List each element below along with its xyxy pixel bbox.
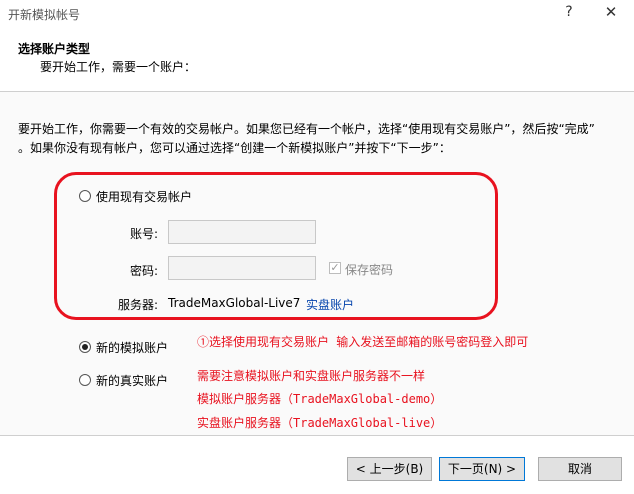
annotation-note-2: 需要注意模拟账户和实盘账户服务器不一样 [197, 369, 426, 383]
existing-account-label: 使用现有交易帐户 [96, 190, 193, 204]
password-label: 密码: [129, 264, 158, 278]
real-account-radio[interactable] [79, 374, 91, 386]
checkmark-icon: ✓ [330, 261, 340, 274]
save-password-label: 保存密码 [345, 263, 394, 277]
server-type-link[interactable]: 实盘账户 [306, 296, 354, 313]
window-title: 开新模拟帐号 [8, 8, 81, 22]
existing-account-radio[interactable] [79, 190, 91, 202]
password-field[interactable] [168, 256, 316, 280]
back-button[interactable]: < 上一步(B) [347, 457, 432, 481]
wizard-body: 要开始工作，你需要一个有效的交易帐户。如果您已经有一个帐户，选择“使用现有交易账… [0, 92, 634, 435]
server-label: 服务器: [118, 298, 159, 312]
page-title: 选择账户类型 [18, 42, 91, 56]
intro-text: 要开始工作，你需要一个有效的交易帐户。如果您已经有一个帐户，选择“使用现有交易账… [18, 120, 618, 158]
demo-account-radio[interactable] [79, 341, 91, 353]
demo-account-label: 新的模拟账户 [96, 341, 169, 355]
close-icon[interactable]: ✕ [602, 3, 620, 21]
help-icon[interactable]: ? [562, 4, 576, 20]
wizard-header: 选择账户类型 要开始工作，需要一个账户： [0, 30, 634, 90]
page-subtitle: 要开始工作，需要一个账户： [40, 60, 197, 74]
save-password-checkbox[interactable]: ✓ [329, 262, 341, 274]
intro-line-1: 要开始工作，你需要一个有效的交易帐户。如果您已经有一个帐户，选择“使用现有交易账… [18, 122, 595, 136]
login-label: 账号: [129, 227, 158, 241]
server-value: TradeMaxGlobal-Live7 [168, 296, 301, 310]
title-bar: 开新模拟帐号 ? ✕ [0, 0, 634, 30]
real-account-label: 新的真实账户 [96, 374, 169, 388]
wizard-footer: < 上一步(B) 下一页(N) > 取消 [0, 436, 634, 494]
next-button[interactable]: 下一页(N) > [439, 457, 525, 481]
login-field[interactable] [168, 220, 316, 244]
cancel-button[interactable]: 取消 [538, 457, 622, 481]
annotation-note-1: ①选择使用现有交易账户 输入发送至邮箱的账号密码登入即可 [197, 335, 529, 349]
annotation-note-3: 模拟账户服务器（TradeMaxGlobal-demo） [197, 392, 443, 406]
intro-line-2: 。如果你没有现有帐户，您可以通过选择“创建一个新模拟账户”并按下“下一步”： [18, 141, 451, 155]
annotation-note-4: 实盘账户服务器（TradeMaxGlobal-live） [197, 416, 443, 430]
